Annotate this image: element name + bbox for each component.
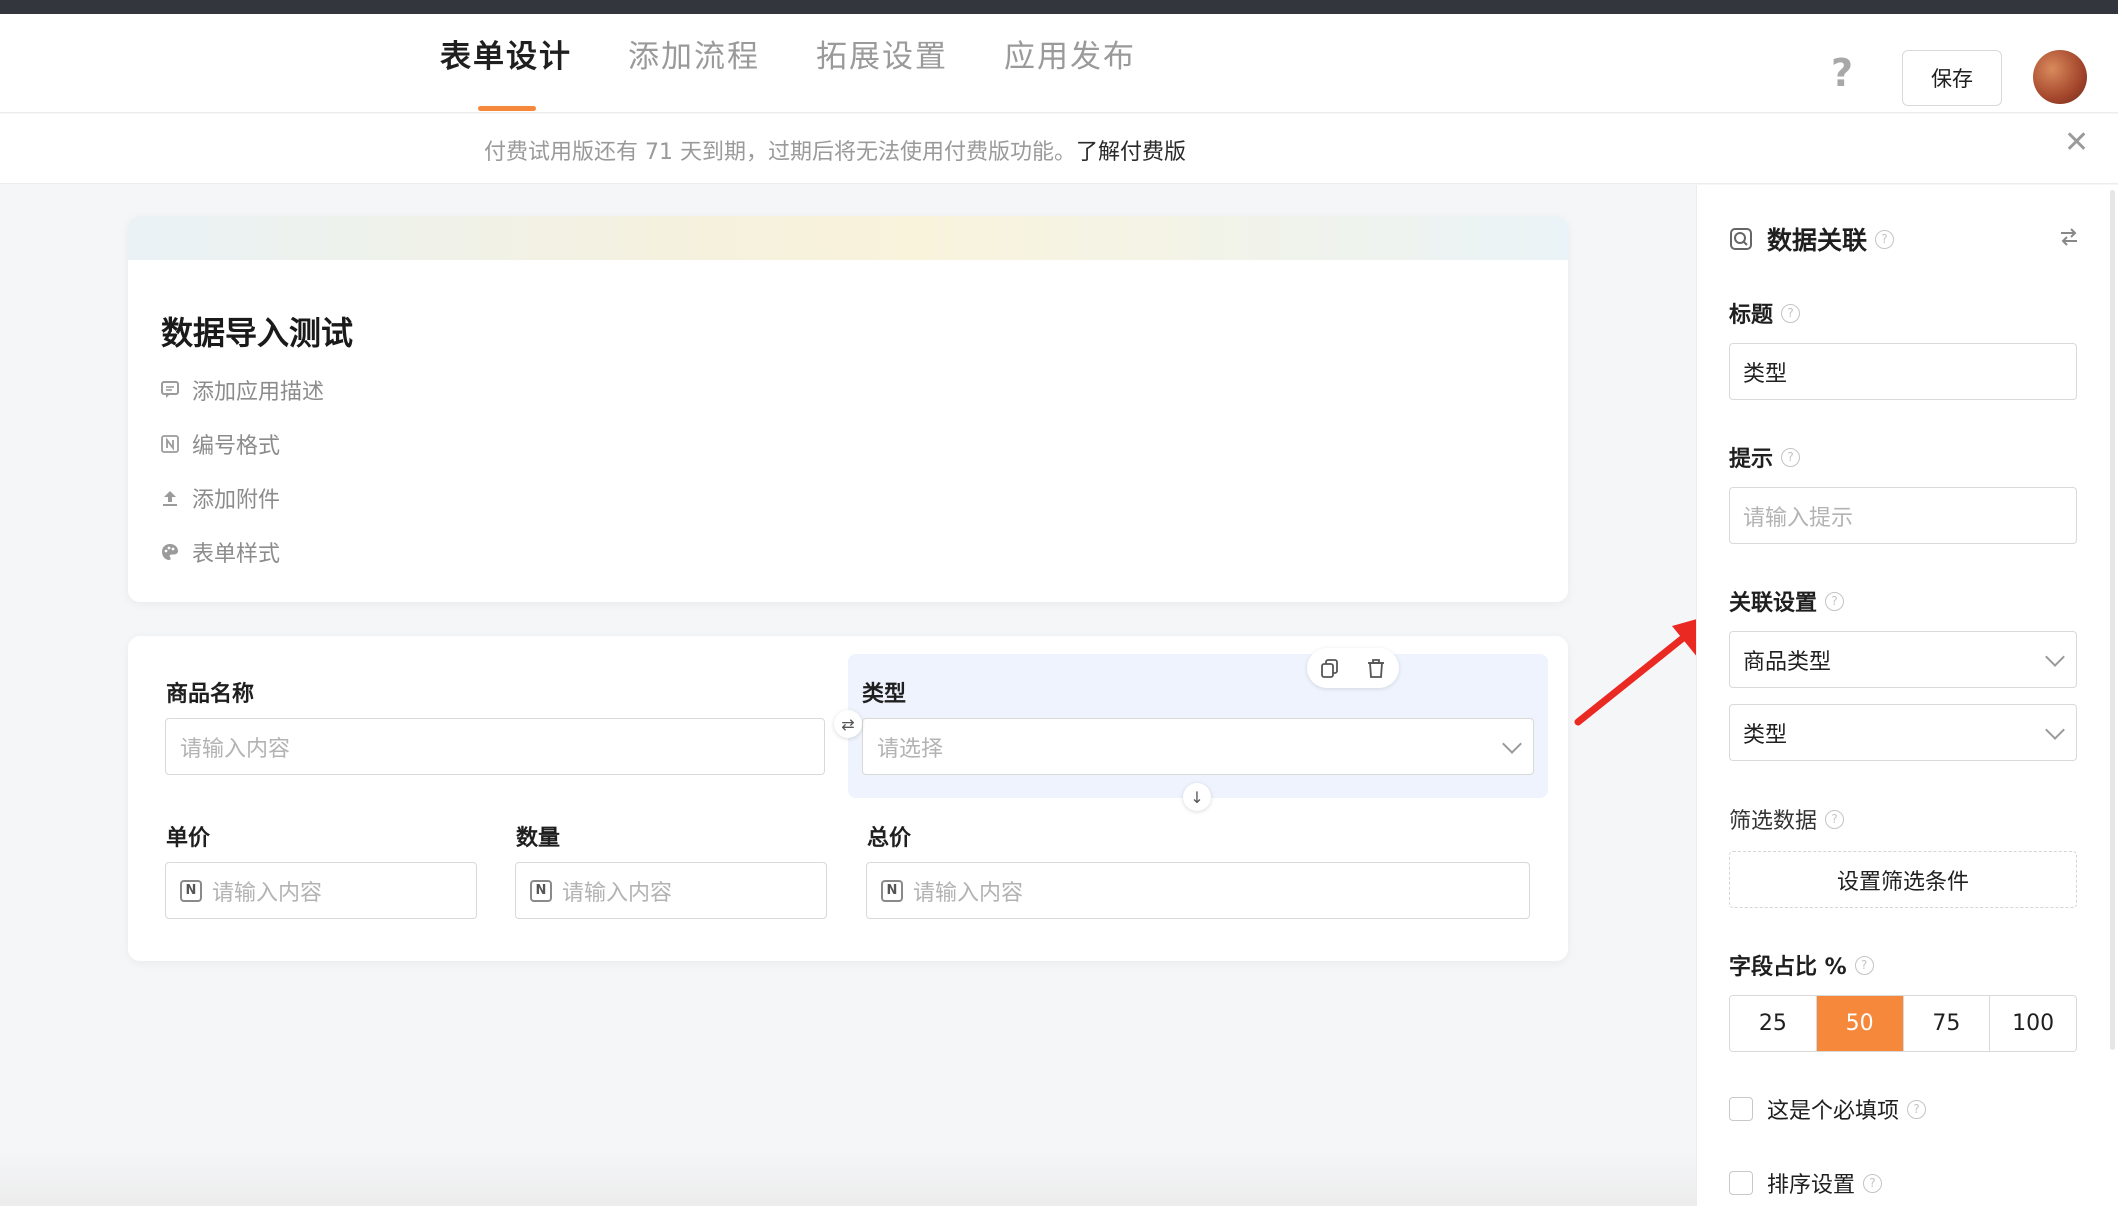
link-settings-label: 关联设置?: [1729, 585, 1845, 617]
required-checkbox-row[interactable]: 这是个必填项?: [1729, 1093, 1927, 1125]
width-ratio-selector: 25 50 75 100: [1729, 995, 2077, 1052]
trial-notice-text: 付费试用版还有 71 天到期，过期后将无法使用付费版功能。了解付费版: [484, 134, 1186, 166]
palette-icon: [162, 544, 178, 560]
type-field-label: 类型: [862, 682, 907, 707]
hint-label-text: 提示: [1729, 447, 1774, 472]
filter-data-label: 筛选数据?: [1729, 803, 1845, 835]
question-icon[interactable]: ?: [1907, 1099, 1927, 1119]
quantity-label: 数量: [516, 826, 561, 851]
link-source-value: 商品类型: [1743, 649, 1832, 675]
question-icon[interactable]: ?: [1781, 447, 1801, 467]
upgrade-link[interactable]: 了解付费版: [1076, 140, 1186, 165]
swap-icon[interactable]: [2057, 225, 2081, 249]
hint-label: 提示?: [1729, 441, 1801, 473]
filter-data-label-text: 筛选数据: [1729, 809, 1818, 834]
ratio-option-25[interactable]: 25: [1730, 996, 1816, 1051]
top-navigation-bar: 表单设计 添加流程 拓展设置 应用发布 ? 保存: [0, 14, 2118, 113]
tab-form-design[interactable]: 表单设计: [440, 42, 572, 73]
title-label-text: 标题: [1729, 303, 1774, 328]
total-price-input[interactable]: N 请输入内容: [866, 862, 1530, 919]
add-description-action[interactable]: 添加应用描述: [160, 374, 324, 406]
comment-icon: [161, 381, 179, 398]
sorting-checkbox-row[interactable]: 排序设置?: [1729, 1167, 1883, 1199]
swap-horizontal-icon[interactable]: ⇄: [834, 710, 862, 738]
form-title[interactable]: 数据导入测试: [161, 308, 353, 354]
panel-title-text: 数据关联: [1767, 226, 1868, 255]
title-label: 标题?: [1729, 297, 1801, 329]
total-price-placeholder: 请输入内容: [913, 880, 1024, 906]
active-tab-indicator: [478, 106, 536, 111]
sorting-label: 排序设置: [1767, 1173, 1856, 1198]
add-attachment-label: 添加附件: [192, 488, 281, 513]
sorting-checkbox[interactable]: [1729, 1171, 1753, 1195]
number-format-label: 编号格式: [192, 434, 281, 459]
number-format-icon: [161, 435, 179, 453]
width-ratio-label-text: 字段占比 %: [1729, 955, 1847, 980]
property-panel: 数据关联 ? 标题? 类型 提示? 请输入提示 关联设置? 商品类型 类型 筛选…: [1696, 185, 2118, 1206]
trial-notice-bar: 付费试用版还有 71 天到期，过期后将无法使用付费版功能。了解付费版 ✕: [0, 114, 2118, 184]
link-field-select[interactable]: 类型: [1729, 704, 2077, 761]
help-icon[interactable]: ?: [1831, 54, 1853, 92]
unit-price-label: 单价: [166, 826, 211, 851]
number-icon: N: [180, 879, 202, 902]
field-toolbar: [1307, 648, 1399, 688]
tab-extension-settings[interactable]: 拓展设置: [816, 42, 948, 73]
form-header-card: 数据导入测试 添加应用描述 编号格式 添加附件 表单样式: [128, 216, 1568, 602]
type-select-placeholder: 请选择: [877, 736, 944, 762]
form-style-label: 表单样式: [192, 542, 281, 567]
panel-scrollbar[interactable]: [2110, 190, 2115, 1050]
ratio-option-100[interactable]: 100: [1989, 996, 2076, 1051]
avatar[interactable]: [2033, 50, 2087, 104]
form-banner: [128, 216, 1568, 260]
total-price-label: 总价: [867, 826, 912, 851]
save-button[interactable]: 保存: [1902, 50, 2002, 106]
link-field-value: 类型: [1743, 722, 1788, 748]
width-ratio-label: 字段占比 %?: [1729, 949, 1874, 981]
bottom-shadow: [0, 1150, 1696, 1206]
panel-title: 数据关联 ?: [1729, 221, 1895, 257]
upload-icon: [163, 491, 177, 506]
required-checkbox[interactable]: [1729, 1097, 1753, 1121]
type-select[interactable]: 请选择: [862, 718, 1534, 775]
tab-add-workflow[interactable]: 添加流程: [628, 42, 760, 73]
question-icon[interactable]: ?: [1875, 229, 1895, 249]
unit-price-input[interactable]: N 请输入内容: [165, 862, 477, 919]
tab-app-publish[interactable]: 应用发布: [1004, 42, 1136, 73]
question-icon[interactable]: ?: [1825, 809, 1845, 829]
number-icon: N: [530, 879, 552, 902]
delete-icon[interactable]: [1365, 657, 1387, 679]
quantity-placeholder: 请输入内容: [562, 880, 673, 906]
quantity-input[interactable]: N 请输入内容: [515, 862, 827, 919]
question-icon[interactable]: ?: [1781, 303, 1801, 323]
title-input[interactable]: 类型: [1729, 343, 2077, 400]
ratio-option-50[interactable]: 50: [1815, 996, 1903, 1051]
question-icon[interactable]: ?: [1825, 591, 1845, 611]
data-link-icon: [1730, 228, 1752, 250]
chevron-down-icon: [2045, 647, 2065, 667]
link-source-select[interactable]: 商品类型: [1729, 631, 2077, 688]
move-down-icon[interactable]: ↓: [1183, 783, 1211, 811]
number-icon: N: [881, 879, 903, 902]
window-top-strip: [0, 0, 2118, 14]
set-filter-button[interactable]: 设置筛选条件: [1729, 851, 2077, 908]
add-description-label: 添加应用描述: [192, 380, 325, 405]
chevron-down-icon: [2045, 720, 2065, 740]
question-icon[interactable]: ?: [1863, 1173, 1883, 1193]
close-icon[interactable]: ✕: [2064, 128, 2089, 158]
chevron-down-icon: [1502, 734, 1522, 754]
trial-notice-message: 付费试用版还有 71 天到期，过期后将无法使用付费版功能。: [484, 140, 1076, 165]
copy-icon[interactable]: [1319, 657, 1341, 679]
unit-price-placeholder: 请输入内容: [212, 880, 323, 906]
product-name-input[interactable]: 请输入内容: [165, 718, 825, 775]
add-attachment-action[interactable]: 添加附件: [160, 482, 280, 514]
required-label: 这是个必填项: [1767, 1099, 1900, 1124]
link-settings-label-text: 关联设置: [1729, 591, 1818, 616]
hint-input[interactable]: 请输入提示: [1729, 487, 2077, 544]
product-name-label: 商品名称: [166, 682, 255, 707]
form-style-action[interactable]: 表单样式: [160, 536, 280, 568]
question-icon[interactable]: ?: [1854, 955, 1874, 975]
ratio-option-75[interactable]: 75: [1902, 996, 1990, 1051]
number-format-action[interactable]: 编号格式: [160, 428, 280, 460]
